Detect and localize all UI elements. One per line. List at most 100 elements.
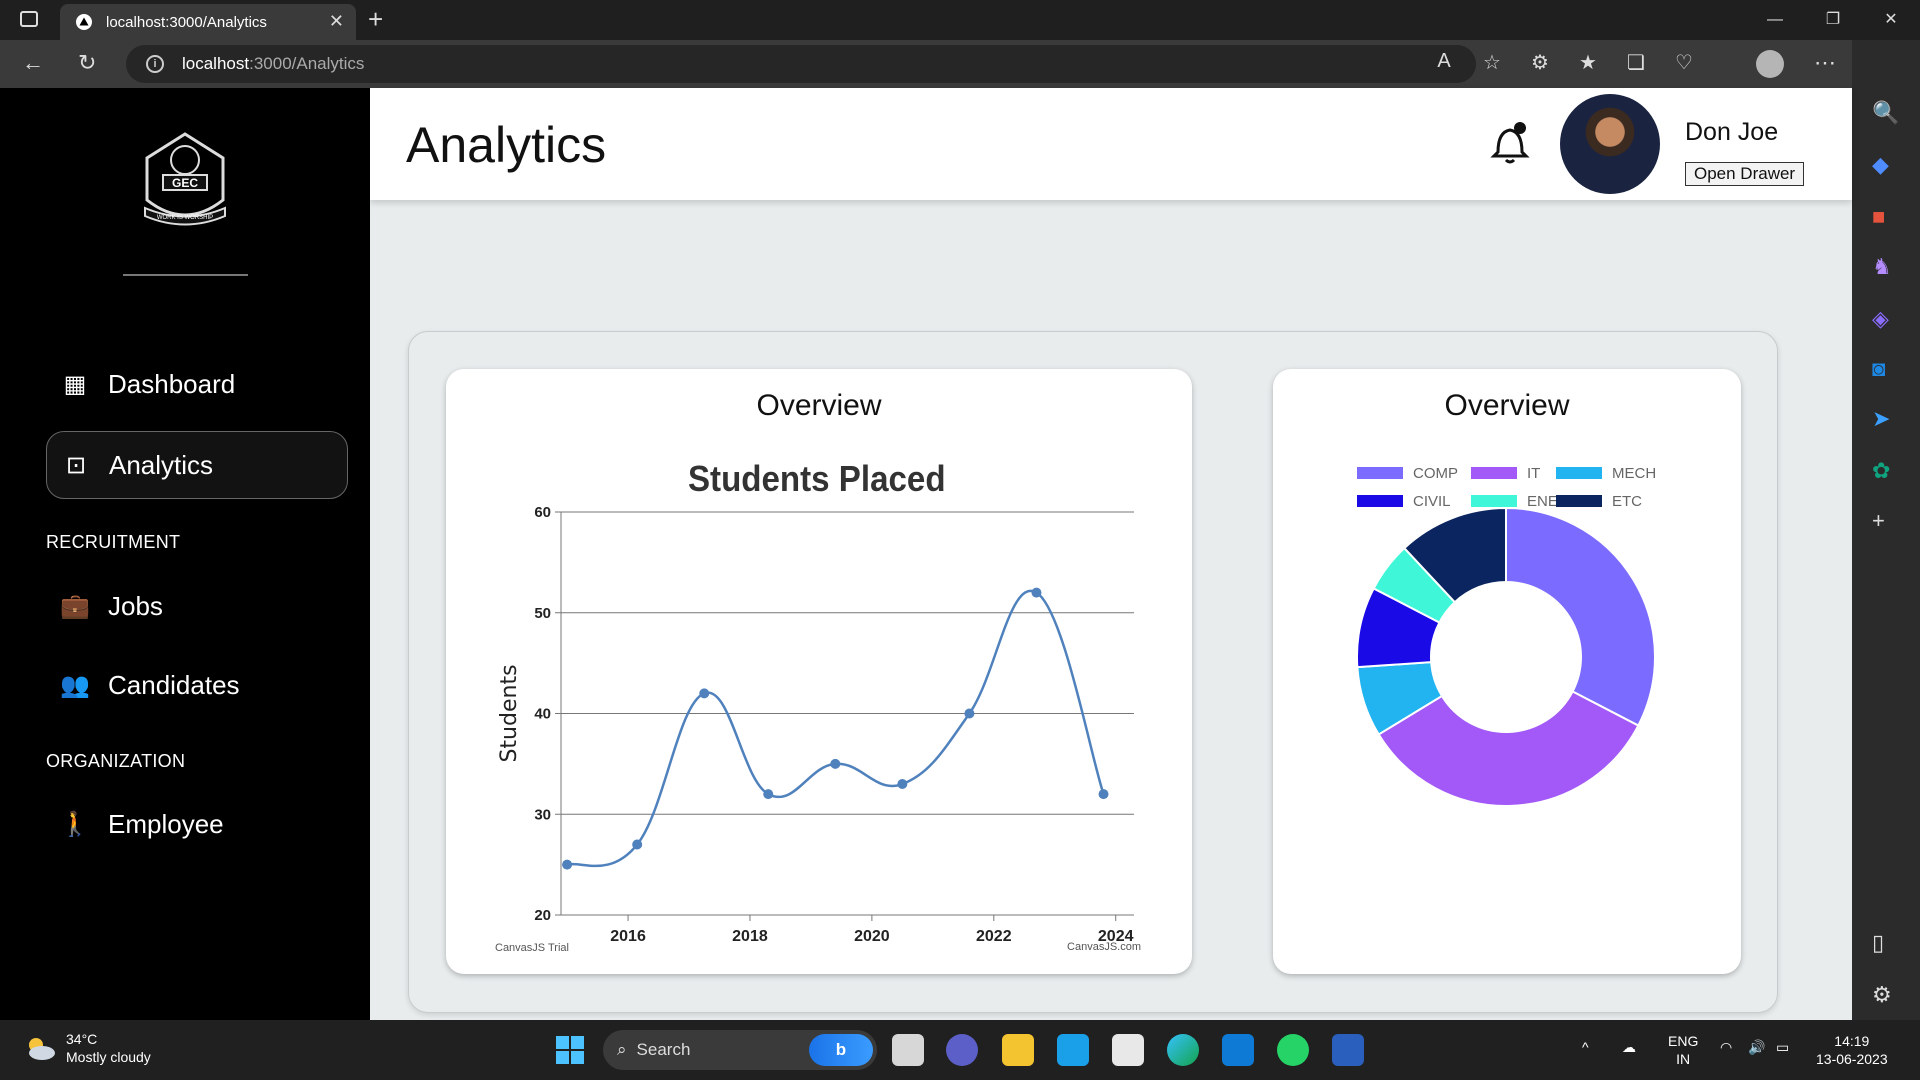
- data-point: [1031, 587, 1042, 598]
- sidebar-item-candidates[interactable]: 👥 Candidates: [46, 651, 348, 719]
- vercel-icon: [76, 14, 92, 30]
- open-drawer-button[interactable]: Open Drawer: [1685, 162, 1805, 186]
- legend-label: IT: [1527, 465, 1540, 482]
- taskbar-search[interactable]: ⌕ Search b: [603, 1030, 877, 1070]
- add-sidebar-app-icon[interactable]: +: [1872, 508, 1885, 534]
- close-window-icon[interactable]: ✕: [1862, 0, 1920, 40]
- microsoft-store-icon[interactable]: [1112, 1034, 1144, 1066]
- data-point: [964, 708, 975, 719]
- browser-essentials-icon[interactable]: ♡: [1660, 50, 1708, 75]
- notification-bell-icon[interactable]: [1490, 118, 1530, 166]
- legend-label: CIVIL: [1413, 493, 1451, 510]
- add-favorite-icon[interactable]: ☆: [1468, 50, 1516, 75]
- whatsapp-icon[interactable]: [1277, 1034, 1309, 1066]
- line-chart-card: Overview Students Placed 20 30 40 50 60 2016 20…: [446, 369, 1192, 974]
- games-icon[interactable]: ♞: [1872, 254, 1892, 280]
- data-point: [632, 839, 643, 850]
- bing-icon: b: [809, 1034, 873, 1066]
- hide-sidebar-icon[interactable]: ▯: [1872, 930, 1884, 956]
- x-tick-label: 2016: [610, 928, 646, 945]
- task-view-icon[interactable]: [892, 1034, 924, 1066]
- section-recruitment: RECRUITMENT: [46, 532, 181, 552]
- sidebar-item-label: Analytics: [109, 449, 214, 480]
- close-tab-icon[interactable]: ✕: [329, 11, 344, 32]
- browser-tab[interactable]: localhost:3000/Analytics ✕: [60, 4, 356, 40]
- y-tick-label: 50: [534, 605, 551, 622]
- restore-icon[interactable]: ❐: [1804, 0, 1862, 40]
- credit-right: CanvasJS.com: [1067, 941, 1141, 953]
- weather-widget[interactable]: 34°C Mostly cloudy: [22, 1030, 151, 1066]
- user-name: Don Joe: [1685, 118, 1779, 146]
- language-indicator[interactable]: ENG IN: [1668, 1032, 1698, 1068]
- data-point: [763, 789, 774, 800]
- briefcase-icon: 💼: [60, 592, 90, 620]
- windows-start-icon[interactable]: [556, 1036, 584, 1064]
- doughnut-chart: COMP IT MECH CIVIL ENE ETC: [1356, 465, 1656, 807]
- settings-icon[interactable]: ⚙: [1872, 982, 1892, 1008]
- send-icon[interactable]: ➤: [1872, 406, 1890, 432]
- y-axis-label: Students: [497, 664, 522, 762]
- section-organization: ORGANIZATION: [46, 751, 186, 771]
- url-host: localhost: [182, 54, 250, 73]
- edge-icon[interactable]: [1167, 1034, 1199, 1066]
- y-tick-label: 60: [534, 504, 551, 521]
- site-info-icon[interactable]: i: [146, 55, 164, 73]
- profile-icon[interactable]: [1756, 50, 1784, 78]
- outlook-icon[interactable]: ◙: [1872, 356, 1885, 382]
- legend-label: ETC: [1612, 493, 1642, 510]
- favorites-icon[interactable]: ★: [1564, 50, 1612, 75]
- collections-icon[interactable]: ❏: [1612, 50, 1660, 75]
- tools-icon[interactable]: ■: [1872, 204, 1885, 230]
- data-point: [830, 758, 841, 769]
- avatar[interactable]: [1560, 94, 1660, 194]
- legend-swatch: [1471, 467, 1517, 479]
- legend-label: ENE: [1527, 493, 1558, 510]
- app-sidebar: GEC WORK IS WORSHIP ▦ Dashboard ⊡ Analyt…: [0, 88, 370, 1020]
- shopping-icon[interactable]: ◆: [1872, 152, 1889, 178]
- sidebar-item-dashboard[interactable]: ▦ Dashboard: [46, 350, 348, 418]
- sidebar-item-jobs[interactable]: 💼 Jobs: [46, 572, 348, 640]
- sidebar-item-employee[interactable]: 🚶 Employee: [46, 790, 348, 858]
- extensions-icon[interactable]: ⚙: [1516, 50, 1564, 75]
- microsoft365-icon[interactable]: ◈: [1872, 306, 1889, 332]
- chevron-up-icon[interactable]: ^: [1582, 1038, 1589, 1056]
- minimize-icon[interactable]: —: [1746, 0, 1804, 40]
- vscode-icon[interactable]: [1222, 1034, 1254, 1066]
- svg-text:WORK IS WORSHIP: WORK IS WORSHIP: [157, 215, 213, 221]
- url-field[interactable]: i localhost:3000/Analytics: [126, 45, 1476, 83]
- legend-label: MECH: [1612, 465, 1656, 482]
- slice-comp: [1505, 506, 1656, 727]
- wifi-icon[interactable]: ◠: [1720, 1038, 1732, 1056]
- x-tick-label: 2018: [732, 928, 768, 945]
- logo-divider: [123, 274, 248, 276]
- onedrive-icon[interactable]: ☁: [1622, 1038, 1636, 1056]
- chatgpt-icon[interactable]: ✿: [1872, 458, 1890, 484]
- legend-swatch: [1357, 467, 1403, 479]
- volume-icon[interactable]: 🔊: [1748, 1038, 1765, 1056]
- read-aloud-icon[interactable]: A: [1420, 50, 1468, 75]
- legend-label: COMP: [1413, 465, 1458, 482]
- edge-sidebar: 🔍 ◆ ■ ♞ ◈ ◙ ➤ ✿ + ▯ ⚙: [1852, 40, 1920, 1020]
- dashboard-icon: ▦: [63, 370, 87, 398]
- search-icon: ⌕: [617, 1040, 627, 1059]
- back-icon[interactable]: ←: [22, 50, 44, 76]
- clock-date: 13-06-2023: [1816, 1051, 1888, 1067]
- analytics-icon: ⊡: [65, 451, 87, 479]
- legend-swatch: [1556, 467, 1602, 479]
- word-icon[interactable]: [1332, 1034, 1364, 1066]
- sidebar-item-analytics[interactable]: ⊡ Analytics: [46, 431, 348, 499]
- clock[interactable]: 14:19 13-06-2023: [1816, 1032, 1888, 1068]
- y-tick-label: 20: [534, 907, 551, 924]
- refresh-icon[interactable]: ↻: [78, 50, 96, 76]
- new-tab-icon[interactable]: +: [368, 4, 383, 35]
- x-tick-label: 2022: [976, 928, 1012, 945]
- battery-icon[interactable]: ▭: [1776, 1038, 1789, 1056]
- more-menu-icon[interactable]: ⋯: [1814, 50, 1836, 76]
- app-l-icon[interactable]: [1057, 1034, 1089, 1066]
- file-explorer-icon[interactable]: [1002, 1034, 1034, 1066]
- legend-swatch: [1556, 495, 1602, 507]
- teams-chat-icon[interactable]: [946, 1034, 978, 1066]
- search-icon[interactable]: 🔍: [1872, 100, 1899, 126]
- x-tick-label: 2020: [854, 928, 890, 945]
- tab-actions-icon[interactable]: [20, 11, 38, 27]
